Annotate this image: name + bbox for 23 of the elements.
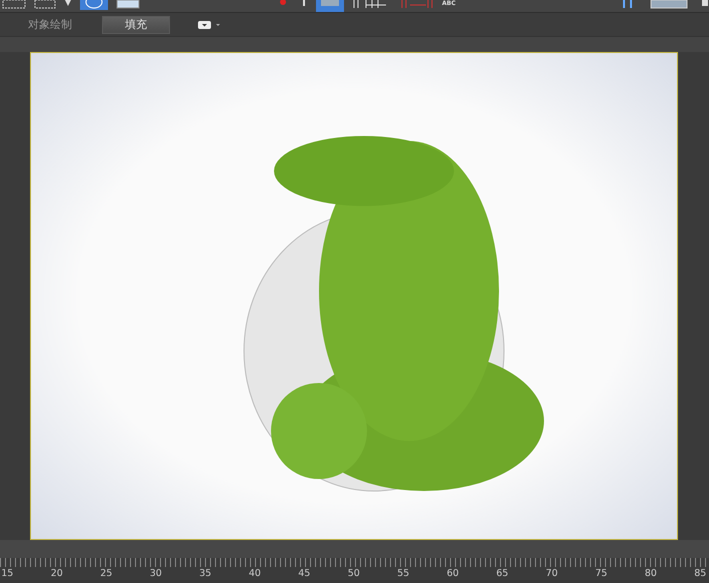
ruler-label: 40 [248,568,262,580]
ruler-label: 80 [644,568,658,580]
ruler-label: 15 [0,568,14,580]
selection-rect-icon[interactable] [34,0,56,10]
ruler-label: 65 [495,568,510,580]
ruler-label: 55 [396,568,410,580]
selection-rect-icon[interactable] [2,0,26,10]
ruler-label: 50 [346,568,361,580]
ruler-label: 85 [693,568,708,580]
ruler-label: 75 [594,568,608,580]
timeline-ruler[interactable]: 15 20 25 30 35 40 45 50 55 60 65 70 75 80 85 [0,558,709,583]
ruler-label: 45 [297,568,312,580]
circle-tool-icon[interactable] [80,0,108,10]
ruler-label: 35 [198,568,212,580]
tab[interactable]: 填充 [102,16,170,34]
window-icon[interactable] [116,0,142,10]
ruler-label: 60 [446,568,460,580]
dropdown-icon[interactable] [198,20,222,30]
ruler-label: 20 [50,568,64,580]
ruler-label: 30 [148,568,163,580]
ruler-label: 25 [99,568,114,580]
tab[interactable]: 对象绘制 [0,16,100,34]
ruler-label: 70 [544,568,559,580]
